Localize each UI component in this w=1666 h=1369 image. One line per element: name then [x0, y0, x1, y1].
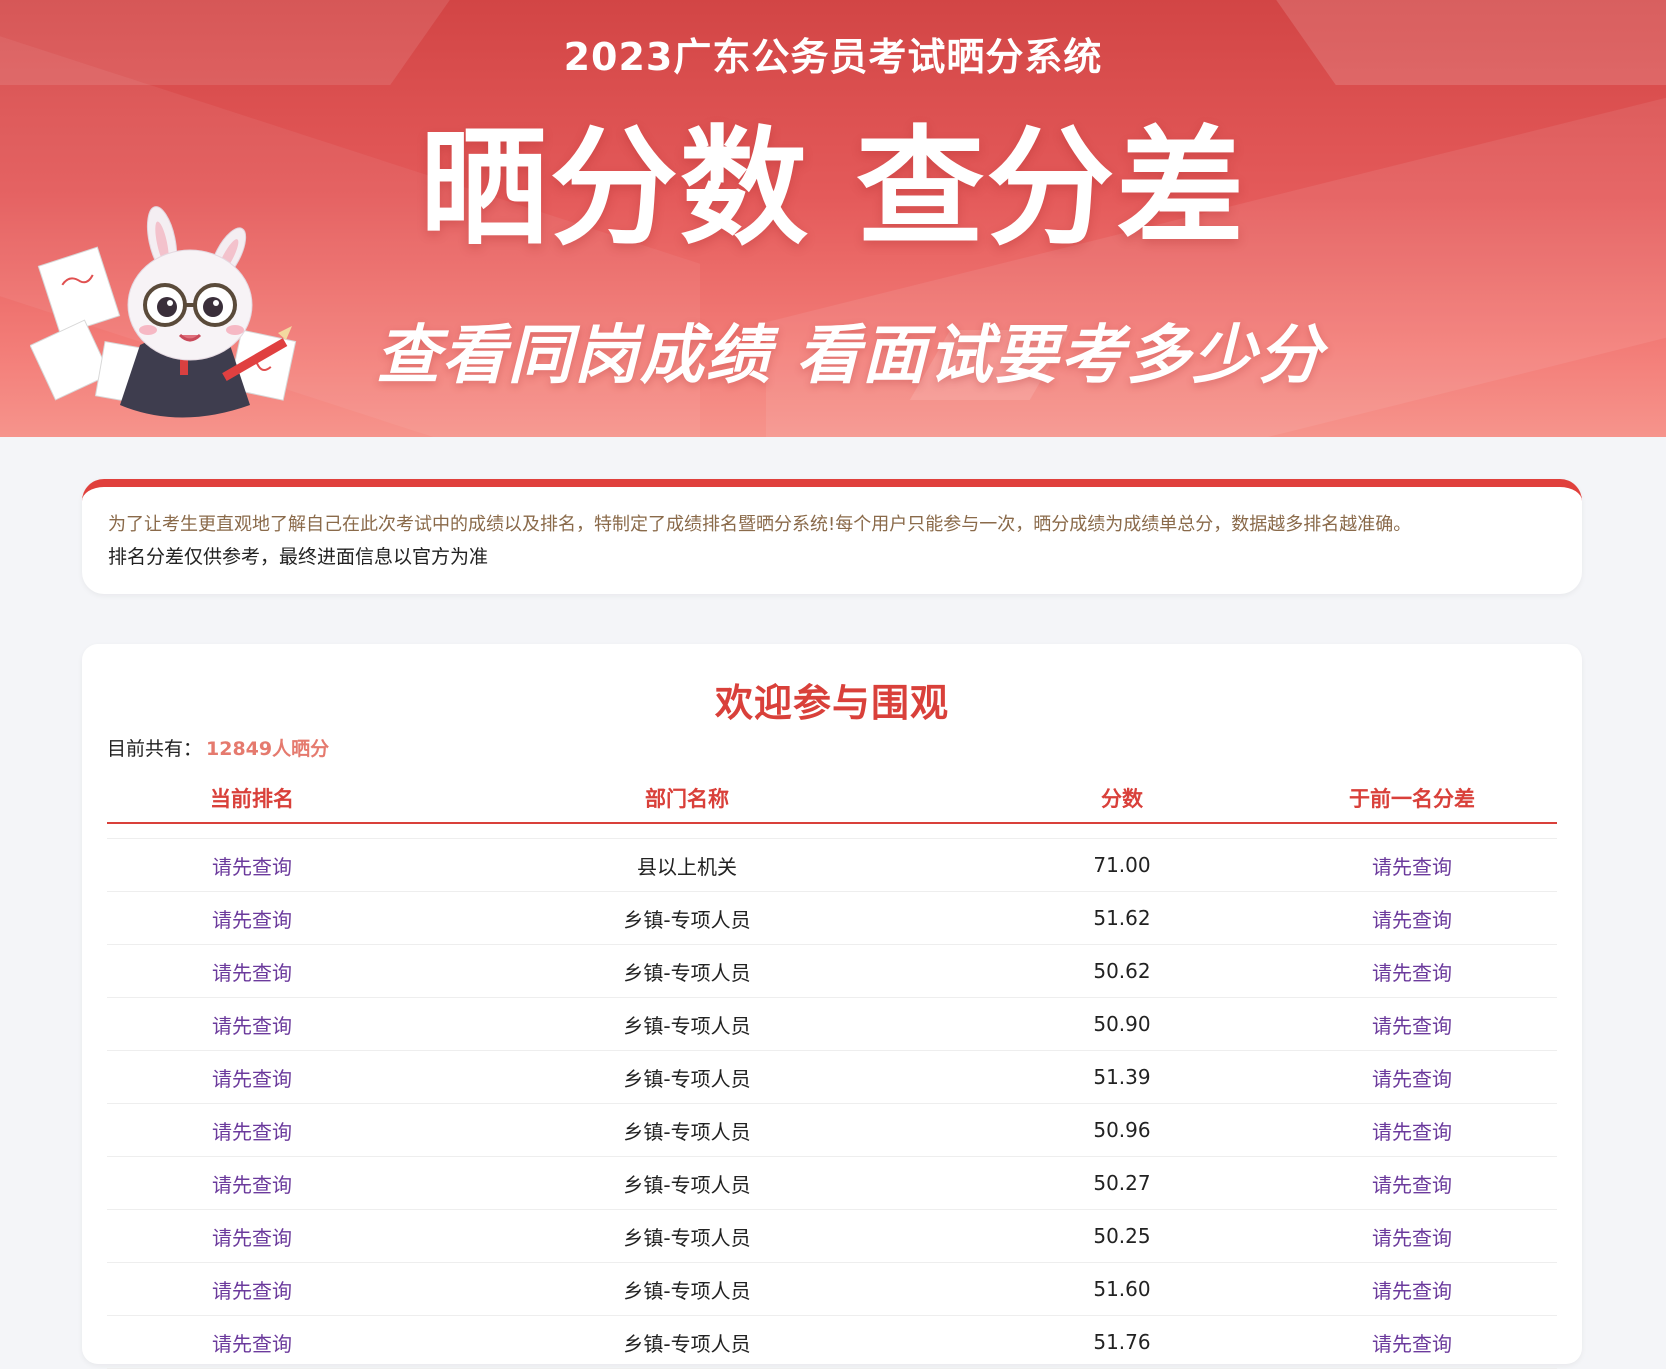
diff-query-link[interactable]: 请先查询	[1267, 1169, 1557, 1198]
rank-query-link[interactable]: 请先查询	[107, 1010, 397, 1039]
department-cell: 乡镇-专项人员	[623, 1225, 751, 1250]
diff-query-link[interactable]: 请先查询	[1267, 851, 1557, 880]
department-cell: 乡镇-专项人员	[623, 1066, 751, 1091]
department-cell: 乡镇-专项人员	[623, 1172, 751, 1197]
score-cell: 50.27	[1093, 1171, 1151, 1195]
diff-query-link[interactable]: 请先查询	[1267, 904, 1557, 933]
table-row: 请先查询 乡镇-专项人员 51.39 请先查询	[107, 1051, 1557, 1104]
count-value: 12849人晒分	[206, 738, 330, 760]
table-row: 请先查询 乡镇-专项人员 51.60 请先查询	[107, 1263, 1557, 1316]
rank-query-link[interactable]: 请先查询	[107, 1328, 397, 1357]
rank-query-link[interactable]: 请先查询	[107, 1275, 397, 1304]
table-header: 当前排名 部门名称 分数 于前一名分差	[107, 774, 1557, 824]
header-banner: 2023广东公务员考试晒分系统 晒分数 查分差 查看同岗成绩 看面试要考多少分	[0, 0, 1666, 437]
score-cell: 51.76	[1093, 1330, 1151, 1354]
card-heading: 欢迎参与围观	[714, 681, 949, 725]
participant-count: 目前共有： 12849人晒分	[107, 734, 329, 761]
disclaimer-text: 排名分差仅供参考，最终进面信息以官方为准	[108, 546, 489, 568]
table-row: 请先查询 县以上机关 71.00 请先查询	[107, 839, 1557, 892]
rank-query-link[interactable]: 请先查询	[107, 904, 397, 933]
rabbit-mascot-icon	[30, 206, 297, 418]
column-header-rank: 当前排名	[210, 787, 294, 811]
banner-subtitle: 查看同岗成绩 看面试要考多少分	[375, 319, 1325, 393]
rank-query-link[interactable]: 请先查询	[107, 1222, 397, 1251]
table-row: 请先查询 乡镇-专项人员 50.25 请先查询	[107, 1210, 1557, 1263]
score-cell: 50.62	[1093, 959, 1151, 983]
count-label: 目前共有：	[107, 738, 203, 760]
diff-query-link[interactable]: 请先查询	[1267, 1328, 1557, 1357]
table-row: 请先查询 乡镇-专项人员 51.62 请先查询	[107, 892, 1557, 945]
table-row: 请先查询 乡镇-专项人员 50.90 请先查询	[107, 998, 1557, 1051]
banner-title: 2023广东公务员考试晒分系统	[563, 35, 1103, 79]
department-cell: 乡镇-专项人员	[623, 1331, 751, 1356]
rank-query-link[interactable]: 请先查询	[107, 957, 397, 986]
score-cell: 50.90	[1093, 1012, 1151, 1036]
table-body: 请先查询 县以上机关 71.00 请先查询 请先查询 乡镇-专项人员 51.62…	[107, 838, 1557, 1369]
ranking-card: 欢迎参与围观 目前共有： 12849人晒分 当前排名 部门名称 分数 于前一名分差…	[82, 644, 1582, 1369]
department-cell: 乡镇-专项人员	[623, 1119, 751, 1144]
diff-query-link[interactable]: 请先查询	[1267, 957, 1557, 986]
column-header-department: 部门名称	[645, 787, 729, 811]
department-cell: 县以上机关	[637, 854, 737, 879]
department-cell: 乡镇-专项人员	[623, 1278, 751, 1303]
rank-query-link[interactable]: 请先查询	[107, 1116, 397, 1145]
table-row: 请先查询 乡镇-专项人员 51.76 请先查询	[107, 1316, 1557, 1369]
department-cell: 乡镇-专项人员	[623, 1013, 751, 1038]
score-cell: 50.25	[1093, 1224, 1151, 1248]
table-row: 请先查询 乡镇-专项人员 50.62 请先查询	[107, 945, 1557, 998]
diff-query-link[interactable]: 请先查询	[1267, 1010, 1557, 1039]
ranking-table: 当前排名 部门名称 分数 于前一名分差 请先查询 县以上机关 71.00 请先查…	[107, 774, 1557, 1369]
table-row: 请先查询 乡镇-专项人员 50.27 请先查询	[107, 1157, 1557, 1210]
diff-query-link[interactable]: 请先查询	[1267, 1063, 1557, 1092]
score-cell: 51.62	[1093, 906, 1151, 930]
rank-query-link[interactable]: 请先查询	[107, 851, 397, 880]
column-header-score: 分数	[1101, 787, 1143, 811]
rank-query-link[interactable]: 请先查询	[107, 1169, 397, 1198]
notice-card: 为了让考生更直观地了解自己在此次考试中的成绩以及排名，特制定了成绩排名暨晒分系统…	[82, 479, 1582, 594]
diff-query-link[interactable]: 请先查询	[1267, 1275, 1557, 1304]
department-cell: 乡镇-专项人员	[623, 907, 751, 932]
column-header-diff: 于前一名分差	[1349, 787, 1475, 811]
department-cell: 乡镇-专项人员	[623, 960, 751, 985]
score-cell: 71.00	[1093, 853, 1151, 877]
score-cell: 51.60	[1093, 1277, 1151, 1301]
score-cell: 51.39	[1093, 1065, 1151, 1089]
rank-query-link[interactable]: 请先查询	[107, 1063, 397, 1092]
diff-query-link[interactable]: 请先查询	[1267, 1222, 1557, 1251]
notice-text: 为了让考生更直观地了解自己在此次考试中的成绩以及排名，特制定了成绩排名暨晒分系统…	[108, 514, 1412, 535]
diff-query-link[interactable]: 请先查询	[1267, 1116, 1557, 1145]
table-row: 请先查询 乡镇-专项人员 50.96 请先查询	[107, 1104, 1557, 1157]
score-cell: 50.96	[1093, 1118, 1151, 1142]
